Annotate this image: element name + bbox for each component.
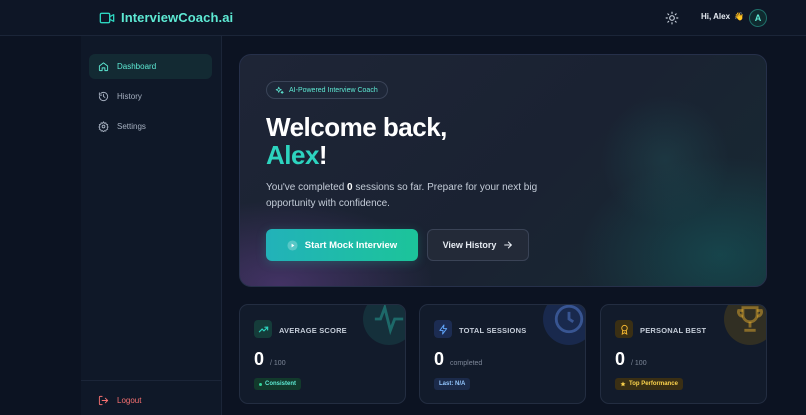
page-title: Welcome back, Alex! (266, 113, 447, 169)
history-icon (98, 91, 109, 102)
status-badge: Top Performance (615, 378, 683, 390)
activity-icon (374, 305, 404, 336)
trophy-icon (737, 306, 763, 332)
wave-emoji: 👋 (734, 12, 745, 21)
hero-description: You've completed 0 sessions so far. Prep… (266, 180, 556, 212)
card-title: TOTAL SESSIONS (459, 326, 527, 335)
sidebar-item-settings[interactable]: Settings (89, 114, 212, 139)
stat-card-average-score: AVERAGE SCORE 0 / 100 Consistent (239, 304, 406, 404)
card-title: AVERAGE SCORE (279, 326, 347, 335)
user-greeting: Hi, Alex 👋 (701, 12, 744, 21)
logout-label: Logout (117, 396, 142, 405)
card-title: PERSONAL BEST (640, 326, 707, 335)
desc-prefix: You've completed (266, 182, 348, 193)
home-icon (98, 62, 109, 72)
logout-icon (98, 395, 109, 406)
card-value: 0 / 100 (254, 349, 286, 370)
sun-icon[interactable] (665, 11, 679, 25)
title-suffix: ! (318, 140, 328, 170)
sidebar-item-dashboard[interactable]: Dashboard (89, 54, 212, 79)
brand-logo[interactable]: InterviewCoach.ai (99, 10, 233, 25)
top-bar: InterviewCoach.ai Hi, Alex 👋 A (0, 0, 806, 36)
value-unit: / 100 (270, 360, 286, 367)
title-name: Alex (266, 140, 319, 170)
ai-badge: AI-Powered Interview Coach (266, 81, 388, 99)
badge-label: Consistent (265, 381, 297, 387)
gear-icon (98, 121, 109, 132)
sidebar-item-label: History (117, 92, 142, 101)
stat-card-personal-best: PERSONAL BEST 0 / 100 Top Performance (600, 304, 767, 404)
card-value: 0 / 100 (615, 349, 647, 370)
award-icon (615, 320, 633, 338)
value-number: 0 (615, 349, 626, 369)
value-number: 0 (434, 349, 445, 369)
value-number: 0 (254, 349, 265, 369)
clock-icon (554, 305, 584, 334)
avatar[interactable]: A (749, 9, 767, 27)
view-history-label: View History (442, 240, 497, 250)
sidebar-item-history[interactable]: History (89, 84, 212, 109)
title-line2: Alex! (266, 141, 447, 169)
start-button-label: Start Mock Interview (304, 239, 398, 251)
status-badge: Last: N/A (434, 378, 471, 390)
greeting-text: Hi, Alex (701, 12, 731, 21)
star-icon (620, 381, 626, 387)
start-mock-interview-button[interactable]: Start Mock Interview (266, 229, 418, 261)
value-unit: / 100 (631, 360, 647, 367)
sparkles-icon (275, 86, 284, 94)
video-camera-icon (99, 12, 115, 23)
play-icon (287, 239, 298, 251)
sidebar: Dashboard History Settings Logout (81, 36, 222, 415)
title-line1: Welcome back, (266, 112, 447, 142)
stat-card-total-sessions: TOTAL SESSIONS 0 completed Last: N/A (419, 304, 586, 404)
badge-label: Top Performance (629, 381, 678, 387)
sidebar-item-label: Settings (117, 122, 146, 131)
value-unit: completed (450, 360, 483, 367)
logout-button[interactable]: Logout (89, 388, 212, 413)
card-decoration (724, 305, 766, 345)
lightning-icon (434, 320, 452, 338)
sidebar-item-label: Dashboard (117, 62, 157, 71)
badge-label: Last: N/A (439, 381, 466, 387)
status-dot (259, 382, 262, 386)
welcome-hero: AI-Powered Interview Coach Welcome back,… (239, 54, 767, 287)
card-value: 0 completed (434, 349, 482, 370)
card-decoration (543, 305, 585, 345)
card-decoration (363, 305, 405, 345)
status-badge: Consistent (254, 378, 302, 390)
view-history-button[interactable]: View History (427, 229, 529, 261)
brand-name: InterviewCoach.ai (121, 10, 234, 25)
sidebar-divider (81, 380, 222, 381)
trending-up-icon (254, 320, 272, 338)
hero-glow (600, 95, 730, 225)
arrow-right-icon (504, 241, 513, 249)
ai-badge-label: AI-Powered Interview Coach (289, 86, 378, 94)
